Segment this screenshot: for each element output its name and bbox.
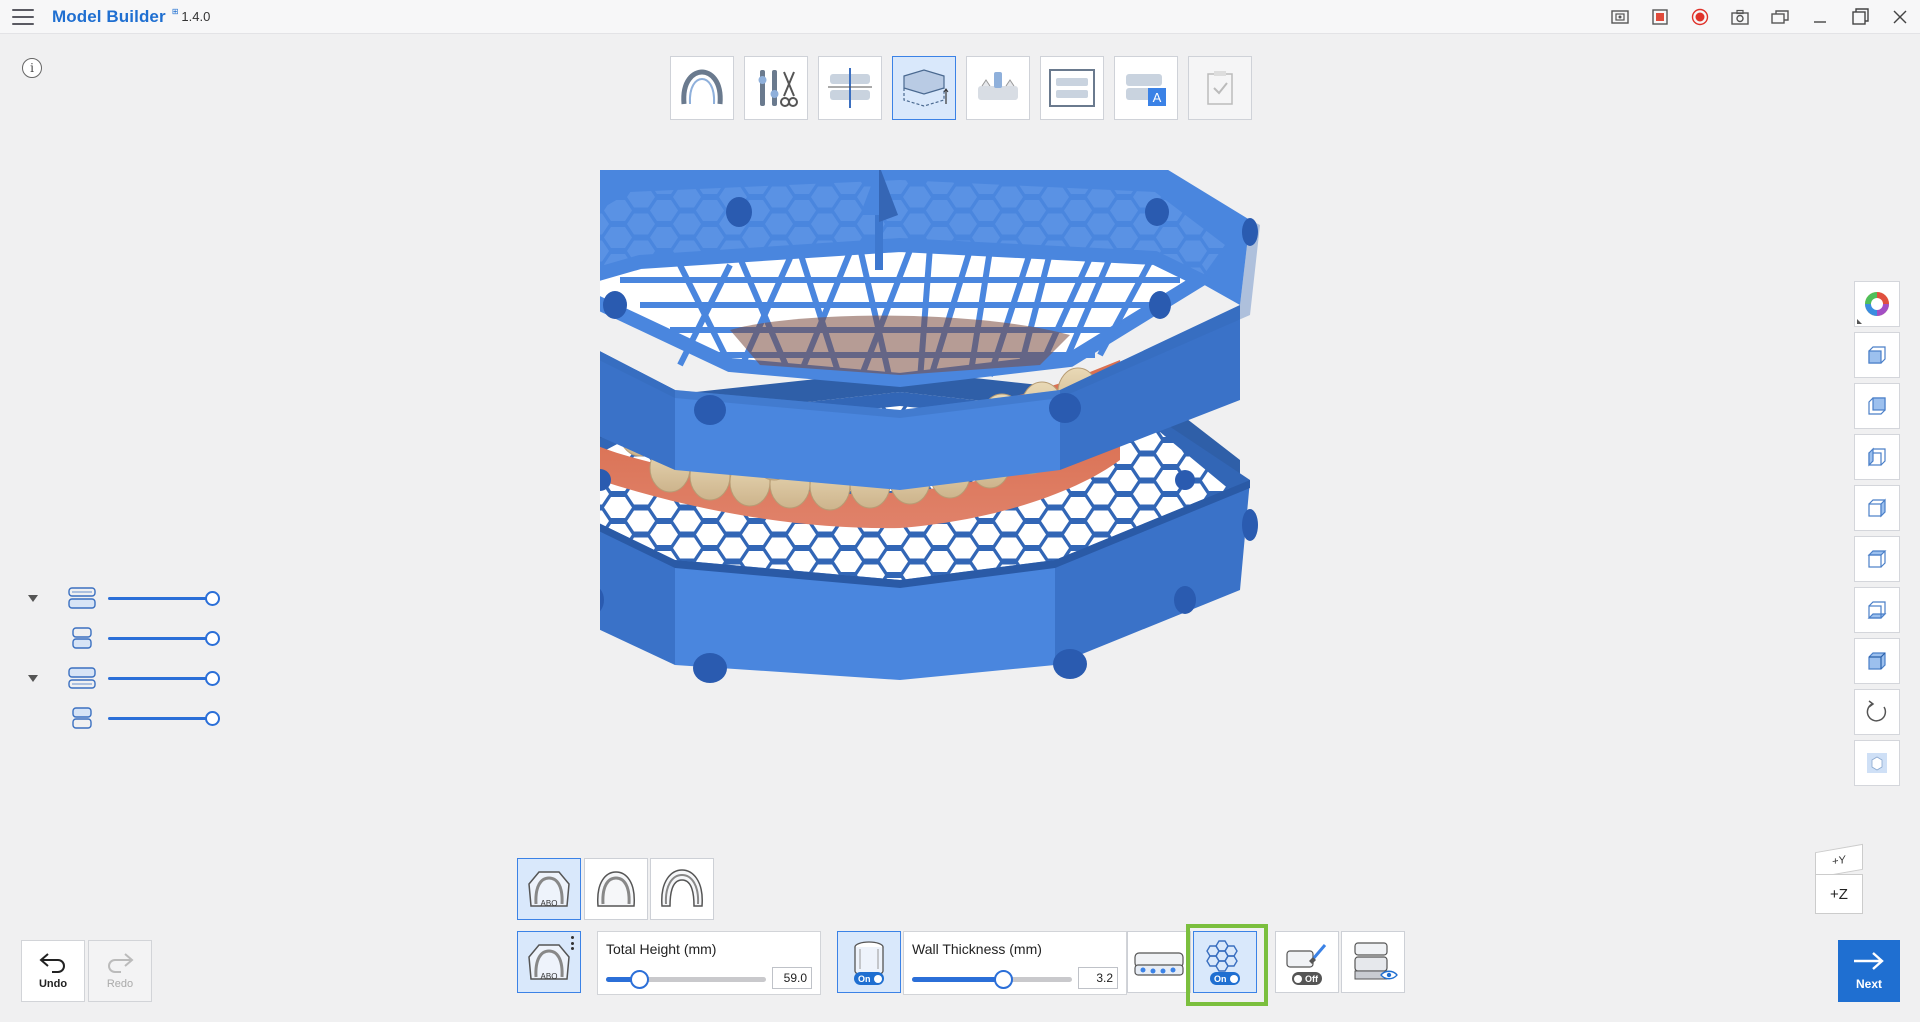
horseshoe-base-option[interactable]	[650, 858, 714, 920]
layer-panel	[24, 578, 220, 738]
step-arch[interactable]	[670, 56, 734, 120]
title-bar: Model Builder ⊞ 1.4.0	[0, 0, 1920, 34]
info-button[interactable]: i	[22, 58, 42, 78]
upper-model-opacity-slider[interactable]	[108, 591, 220, 606]
step-alignment[interactable]	[818, 56, 882, 120]
record-icon[interactable]	[1680, 0, 1720, 34]
lower-base-opacity-slider[interactable]	[108, 711, 220, 726]
lower-base-icon[interactable]	[64, 703, 100, 733]
wall-thickness-input[interactable]: 3.2	[1078, 967, 1118, 989]
paint-toggle-button[interactable]: Off	[1275, 931, 1339, 993]
total-height-label: Total Height (mm)	[606, 941, 717, 957]
menu-icon[interactable]	[12, 8, 34, 25]
collapse-upper-icon[interactable]	[24, 589, 42, 607]
view-bottom-icon[interactable]	[1854, 587, 1900, 633]
undo-button[interactable]: Undo	[21, 940, 85, 1002]
paint-toggle-state: Off	[1305, 973, 1318, 984]
step-tools[interactable]	[744, 56, 808, 120]
redo-button[interactable]: Redo	[88, 940, 152, 1002]
screenshot-gallery-icon[interactable]	[1600, 0, 1640, 34]
round-base-option[interactable]	[584, 858, 648, 920]
upper-base-icon[interactable]	[64, 623, 100, 653]
next-label: Next	[1855, 977, 1882, 991]
collapse-lower-icon[interactable]	[24, 669, 42, 687]
axis-z-label: +Z	[1815, 874, 1863, 914]
wall-thickness-label: Wall Thickness (mm)	[912, 941, 1042, 957]
svg-text:ABO: ABO	[541, 972, 558, 981]
camera-icon[interactable]	[1720, 0, 1760, 34]
undo-icon	[39, 953, 65, 973]
view-front-icon[interactable]	[1854, 332, 1900, 378]
next-button[interactable]: Next	[1838, 940, 1900, 1002]
base-pins-button[interactable]	[1127, 931, 1191, 993]
step-base[interactable]	[892, 56, 956, 120]
undo-label: Undo	[38, 978, 68, 990]
workflow-steps: A	[670, 56, 1252, 120]
wall-thickness-slider[interactable]	[912, 970, 1072, 989]
step-attachment[interactable]	[966, 56, 1030, 120]
minimize-icon[interactable]	[1800, 0, 1840, 34]
view-iso-icon[interactable]	[1854, 638, 1900, 684]
wall-toggle-state: On	[858, 973, 871, 984]
view-left-icon[interactable]	[1854, 434, 1900, 480]
step-complete[interactable]	[1188, 56, 1252, 120]
svg-text:ABO: ABO	[541, 899, 558, 908]
lower-model-icon[interactable]	[64, 663, 100, 693]
upper-model-icon[interactable]	[64, 583, 100, 613]
base-settings-button[interactable]: ABO	[517, 931, 581, 993]
abo-base-option[interactable]: ABO	[517, 858, 581, 920]
wall-toggle-button[interactable]: On	[837, 931, 901, 993]
view-back-icon[interactable]	[1854, 383, 1900, 429]
transparency-icon[interactable]	[1854, 740, 1900, 786]
preview-button[interactable]	[1341, 931, 1405, 993]
history-controls: Undo Redo	[21, 940, 152, 1002]
upper-base-opacity-slider[interactable]	[108, 631, 220, 646]
maximize-icon[interactable]	[1840, 0, 1880, 34]
arrow-right-icon	[1854, 952, 1884, 970]
window-mode-icon[interactable]	[1760, 0, 1800, 34]
total-height-input[interactable]: 59.0	[772, 967, 812, 989]
lower-model-opacity-slider[interactable]	[108, 671, 220, 686]
layer-upper-base	[24, 618, 220, 658]
total-height-slider[interactable]	[606, 970, 766, 989]
layer-lower-model	[24, 658, 220, 698]
app-title: Model Builder	[52, 6, 166, 26]
layer-lower-base	[24, 698, 220, 738]
dental-model-render	[501, 150, 1260, 683]
paint-toggle-switch[interactable]: Off	[1292, 972, 1322, 985]
color-wheel-icon[interactable]	[1854, 281, 1900, 327]
svg-text:A: A	[1153, 90, 1162, 105]
redo-label: Redo	[106, 978, 134, 990]
view-top-icon[interactable]	[1854, 536, 1900, 582]
view-right-icon[interactable]	[1854, 485, 1900, 531]
close-icon[interactable]	[1880, 0, 1920, 34]
axis-gizmo[interactable]: +Y +Z	[1815, 843, 1867, 918]
wall-toggle-switch[interactable]: On	[854, 972, 884, 985]
honeycomb-toggle-state: On	[1214, 973, 1227, 984]
reset-rotation-icon[interactable]	[1854, 689, 1900, 735]
redo-icon	[108, 953, 134, 973]
honeycomb-toggle-button[interactable]: On	[1193, 931, 1257, 993]
wall-thickness-control: Wall Thickness (mm) 3.2	[903, 931, 1127, 995]
step-label[interactable]: A	[1114, 56, 1178, 120]
app-version: 1.4.0	[181, 9, 211, 24]
total-height-control: Total Height (mm) 59.0	[597, 931, 821, 995]
3d-viewport[interactable]	[501, 150, 1320, 850]
step-articulator[interactable]	[1040, 56, 1104, 120]
app-badge: ⊞	[171, 7, 179, 16]
screen-record-icon[interactable]	[1640, 0, 1680, 34]
more-options-icon[interactable]	[571, 936, 574, 950]
view-toolbar	[1854, 281, 1900, 786]
honeycomb-toggle-switch[interactable]: On	[1210, 972, 1240, 985]
layer-upper-model	[24, 578, 220, 618]
